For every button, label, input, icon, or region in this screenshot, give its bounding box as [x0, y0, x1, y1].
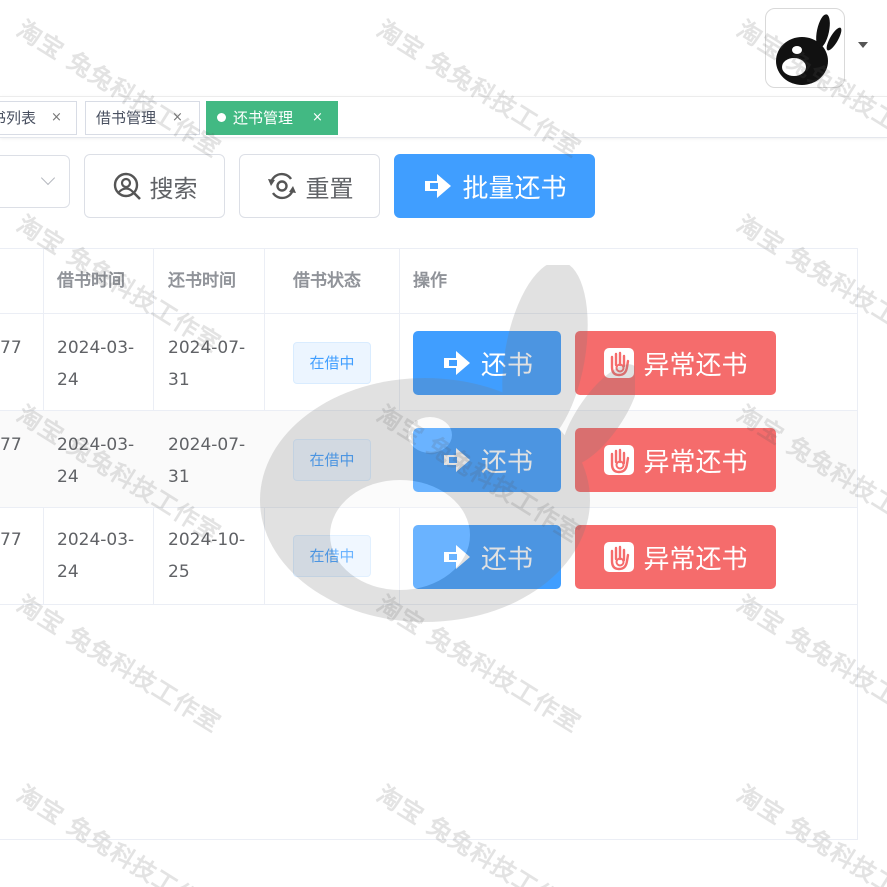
id-cell: 77 — [0, 530, 22, 550]
return-button-label: 还书 — [480, 544, 533, 575]
status-badge: 在借中 — [293, 535, 371, 577]
arrow-right-icon — [443, 545, 470, 569]
bunny-logo-icon — [776, 14, 842, 85]
status-badge: 在借中 — [293, 342, 371, 384]
tag-label: 还书管理 — [233, 109, 294, 127]
borrow-date-line2: 24 — [57, 370, 79, 390]
return-button[interactable]: 还书 — [413, 331, 561, 395]
navbar — [0, 0, 887, 96]
batch-return-button[interactable]: 批量还书 — [394, 154, 595, 218]
abnormal-return-label: 异常还书 — [643, 447, 748, 478]
abnormal-return-label: 异常还书 — [643, 544, 748, 575]
return-date-line1: 2024-07- — [168, 435, 246, 455]
tags-view: 书列表 × 借书管理 × 还书管理 × — [0, 96, 887, 138]
borrow-date-line2: 24 — [57, 467, 79, 487]
tag-book-list[interactable]: 书列表 × — [0, 101, 77, 135]
status-select[interactable] — [0, 155, 70, 208]
close-icon[interactable]: × — [312, 102, 323, 134]
close-icon[interactable]: × — [172, 102, 183, 134]
app-page: 书列表 × 借书管理 × 还书管理 × 搜索 重置 — [0, 0, 887, 887]
borrow-date-line1: 2024-03- — [57, 435, 135, 455]
return-button[interactable]: 还书 — [413, 428, 561, 492]
tag-return-manage[interactable]: 还书管理 × — [206, 101, 338, 135]
reset-button[interactable]: 重置 — [239, 154, 380, 218]
return-date-line2: 31 — [168, 370, 190, 390]
return-date-line1: 2024-07- — [168, 338, 246, 358]
close-icon[interactable]: × — [51, 102, 62, 134]
return-date-line1: 2024-10- — [168, 530, 246, 550]
return-date-line2: 25 — [168, 562, 190, 582]
hand-stop-icon — [604, 348, 635, 378]
arrow-right-icon — [425, 174, 452, 198]
tag-label: 书列表 — [0, 109, 37, 127]
status-badge: 在借中 — [293, 439, 371, 481]
reset-button-label: 重置 — [305, 174, 354, 203]
id-cell: 77 — [0, 338, 22, 358]
arrow-right-icon — [443, 448, 470, 472]
table-row: 77 2024-03- 24 2024-10- 25 在借中 还书 异常还书 — [0, 507, 857, 605]
abnormal-return-button[interactable]: 异常还书 — [575, 525, 776, 589]
header-return-time: 还书时间 — [168, 271, 236, 291]
abnormal-return-button[interactable]: 异常还书 — [575, 428, 776, 492]
refresh-icon — [267, 172, 296, 200]
search-button-label: 搜索 — [149, 174, 198, 203]
return-button-label: 还书 — [480, 447, 533, 478]
search-button[interactable]: 搜索 — [84, 154, 225, 218]
arrow-right-icon — [443, 351, 470, 375]
return-date-line2: 31 — [168, 467, 190, 487]
header-borrow-time: 借书时间 — [57, 271, 125, 291]
tag-borrow-manage[interactable]: 借书管理 × — [85, 101, 200, 135]
abnormal-return-button[interactable]: 异常还书 — [575, 331, 776, 395]
return-button[interactable]: 还书 — [413, 525, 561, 589]
active-dot-icon — [217, 113, 226, 122]
header-status: 借书状态 — [293, 271, 361, 291]
borrow-date-line2: 24 — [57, 562, 79, 582]
return-table: 借书时间 还书时间 借书状态 操作 77 2024-03- 24 2024-07… — [0, 248, 858, 840]
caret-down-icon[interactable] — [858, 42, 868, 48]
user-avatar[interactable] — [765, 8, 845, 88]
batch-return-label: 批量还书 — [462, 173, 567, 204]
table-row: 77 2024-03- 24 2024-07- 31 在借中 还书 异常还书 — [0, 313, 857, 410]
hand-stop-icon — [604, 542, 635, 572]
borrow-date-line1: 2024-03- — [57, 338, 135, 358]
chevron-down-icon — [40, 170, 56, 186]
search-icon — [113, 172, 141, 200]
tag-label: 借书管理 — [96, 109, 157, 127]
abnormal-return-label: 异常还书 — [643, 350, 748, 381]
id-cell: 77 — [0, 435, 22, 455]
hand-stop-icon — [604, 445, 635, 475]
header-actions: 操作 — [413, 271, 447, 291]
return-button-label: 还书 — [480, 350, 533, 381]
borrow-date-line1: 2024-03- — [57, 530, 135, 550]
table-row: 77 2024-03- 24 2024-07- 31 在借中 还书 异常还书 — [0, 410, 857, 507]
